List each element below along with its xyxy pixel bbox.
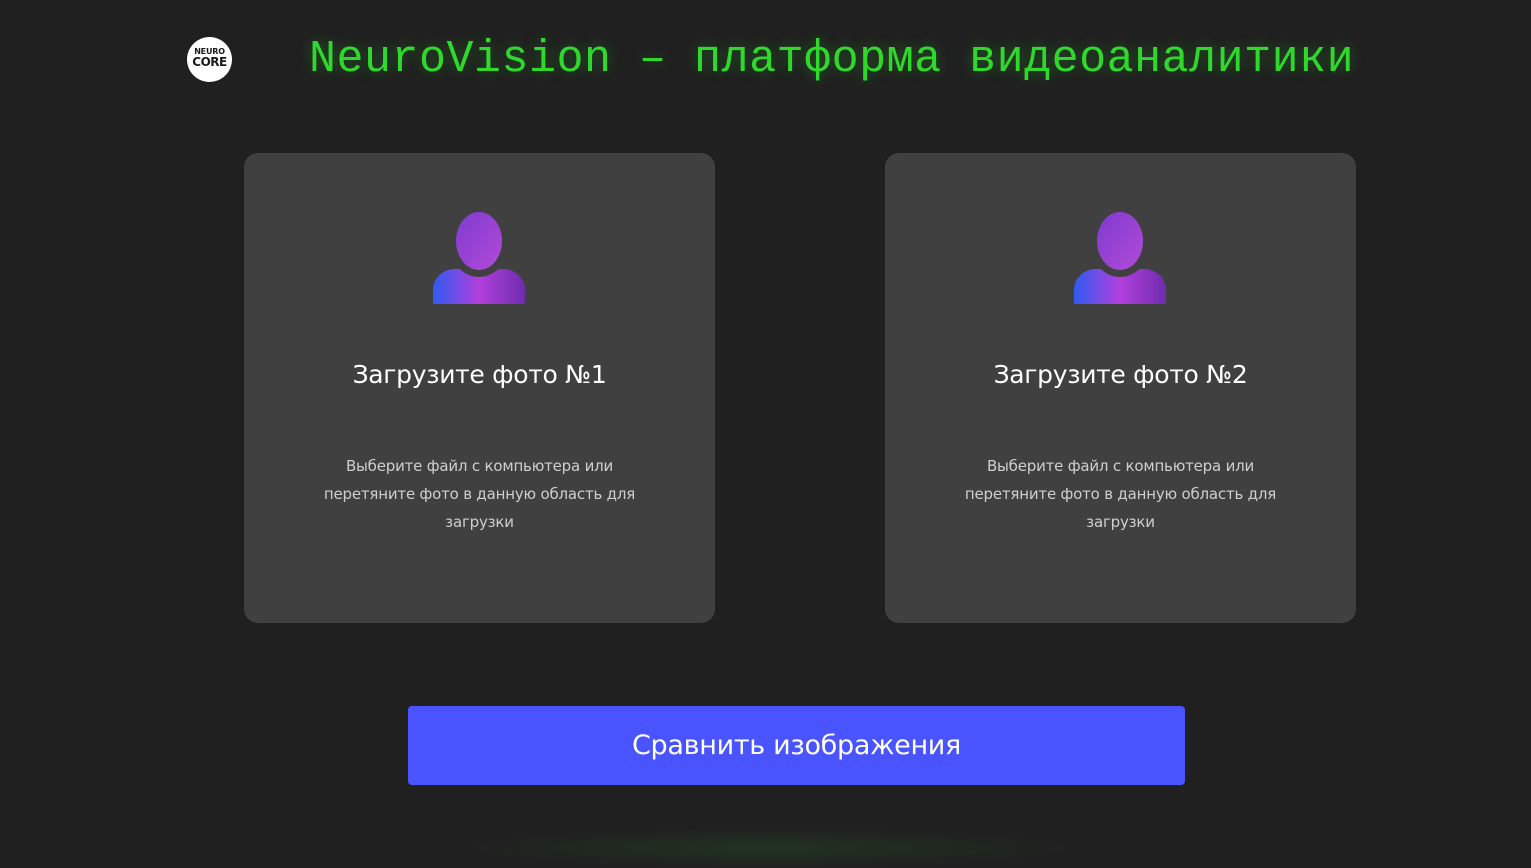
user-avatar-icon xyxy=(1074,212,1166,304)
compare-images-button[interactable]: Сравнить изображения xyxy=(408,706,1185,785)
neurocore-logo: NEURO CORE xyxy=(187,37,232,82)
upload-card-description: Выберите файл с компьютера или перетянит… xyxy=(964,457,1277,531)
logo-text-line2: CORE xyxy=(192,55,227,69)
upload-card-title: Загрузите фото №1 xyxy=(352,360,607,389)
upload-area-photo-2[interactable]: Загрузите фото №2 Выберите файл с компью… xyxy=(885,153,1356,623)
user-avatar-icon xyxy=(433,212,525,304)
upload-area-photo-1[interactable]: Загрузите фото №1 Выберите файл с компью… xyxy=(244,153,715,623)
upload-card-description: Выберите файл с компьютера или перетянит… xyxy=(323,457,636,531)
page-title: NeuroVision – платформа видеоаналитики xyxy=(309,34,1355,85)
decorative-glow xyxy=(460,828,1080,868)
upload-card-title: Загрузите фото №2 xyxy=(993,360,1248,389)
page-header: NEURO CORE NeuroVision – платформа видео… xyxy=(0,0,1531,120)
